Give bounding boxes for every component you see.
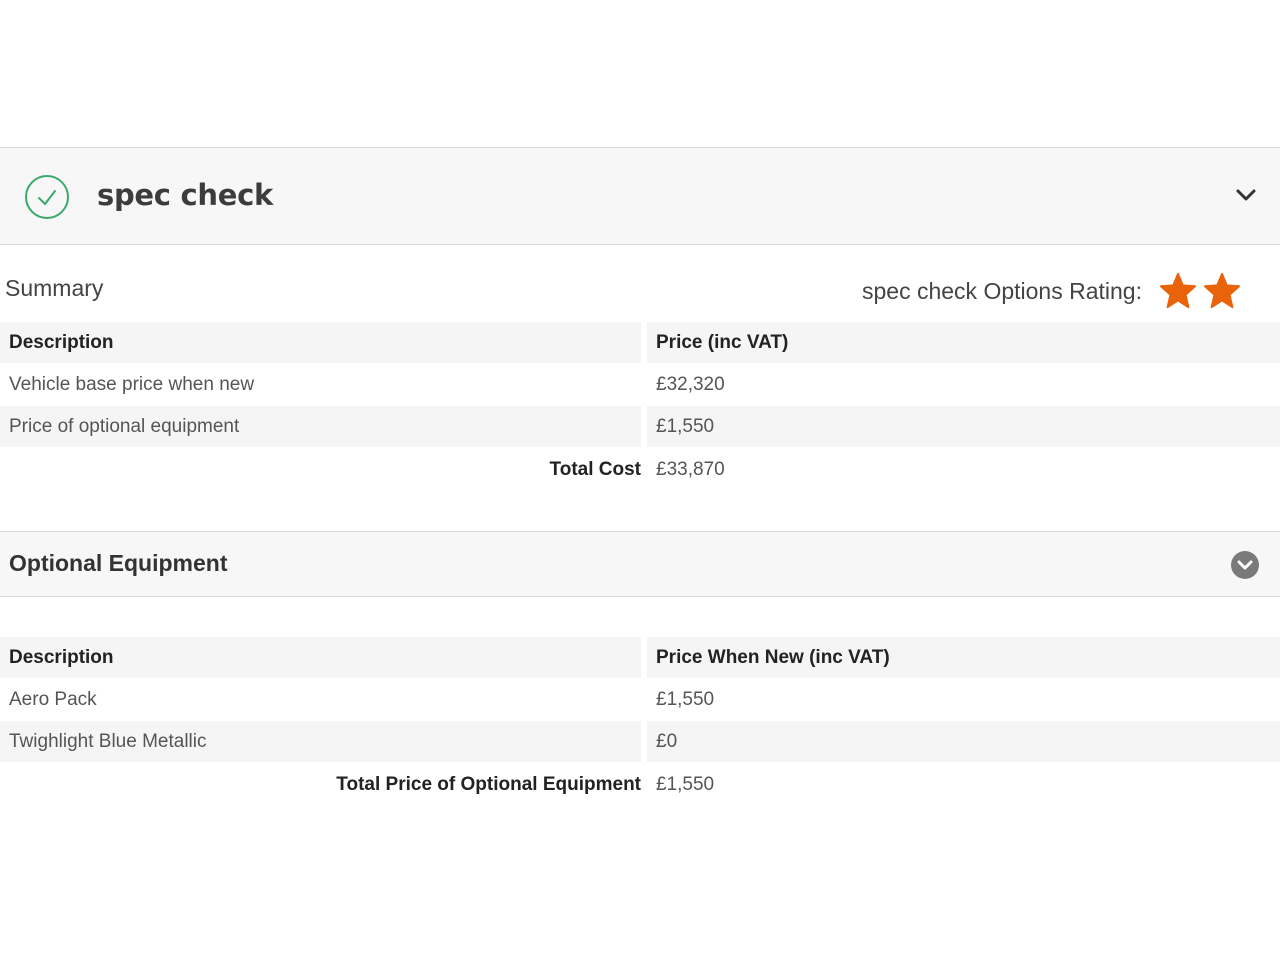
row-price: £1,550	[656, 689, 715, 710]
total-cost-value: £33,870	[656, 459, 725, 480]
total-row: Total Cost £33,870	[0, 449, 1280, 490]
row-price: £1,550	[647, 406, 1280, 447]
total-cost-label: Total Cost	[549, 459, 641, 480]
table-row: Twighlight Blue Metallic £0	[0, 721, 1280, 762]
table-row: Price of optional equipment £1,550	[0, 406, 1280, 447]
spec-check-title: spec check	[97, 178, 273, 212]
row-price: £0	[647, 721, 1280, 762]
star-icon	[1203, 272, 1241, 309]
table-header-row: Description Price (inc VAT)	[0, 322, 1280, 363]
chevron-down-circle-icon[interactable]	[1230, 550, 1260, 580]
table-row: Aero Pack £1,550	[0, 679, 1280, 720]
row-description: Aero Pack	[9, 689, 97, 710]
total-optional-value: £1,550	[656, 774, 715, 795]
column-header-description: Description	[0, 637, 641, 678]
check-circle-icon	[25, 175, 69, 219]
row-description: Price of optional equipment	[0, 406, 641, 447]
column-header-price: Price When New (inc VAT)	[647, 637, 1280, 678]
optional-equipment-header[interactable]: Optional Equipment	[0, 531, 1280, 597]
column-header-price: Price (inc VAT)	[647, 322, 1280, 363]
row-price: £32,320	[656, 374, 725, 395]
row-description: Twighlight Blue Metallic	[0, 721, 641, 762]
page: spec check Summary spec check Options Ra…	[0, 0, 1280, 960]
spec-check-header[interactable]: spec check	[0, 147, 1280, 245]
column-header-description: Description	[0, 322, 641, 363]
star-icon	[1159, 272, 1197, 309]
row-description: Vehicle base price when new	[9, 374, 255, 395]
chevron-down-icon[interactable]	[1235, 186, 1257, 204]
optional-equipment-title: Optional Equipment	[9, 550, 228, 576]
total-row: Total Price of Optional Equipment £1,550	[0, 764, 1280, 805]
table-header-row: Description Price When New (inc VAT)	[0, 637, 1280, 678]
options-rating-label: spec check Options Rating:	[862, 278, 1142, 304]
total-optional-label: Total Price of Optional Equipment	[336, 774, 641, 795]
summary-label: Summary	[5, 275, 104, 301]
table-row: Vehicle base price when new £32,320	[0, 364, 1280, 405]
